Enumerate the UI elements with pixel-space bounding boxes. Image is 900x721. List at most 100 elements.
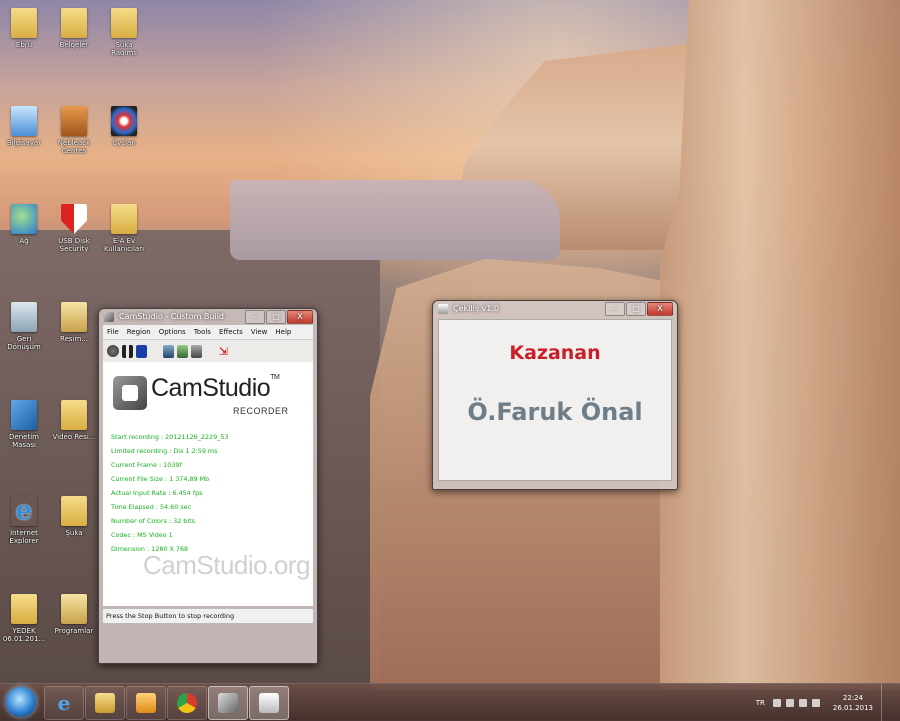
camstudio-app-icon <box>104 312 114 322</box>
desktop-icon-internet-explorer[interactable]: e Internet Explorer <box>2 496 46 545</box>
desktop-icon-belgeler[interactable]: Belgeler <box>52 8 96 49</box>
taskbar-google-chrome[interactable] <box>167 686 207 720</box>
desktop-icon-network[interactable]: Ağ <box>2 204 46 245</box>
menu-region[interactable]: Region <box>123 325 155 339</box>
camstudio-info-panel: CamStudioTM RECORDER CamStudio.org Start… <box>103 362 313 606</box>
minimize-button[interactable]: – <box>245 310 265 324</box>
stat-line: Codec : MS Video 1 <box>111 531 173 539</box>
language-indicator[interactable]: TR <box>756 699 765 707</box>
desktop-icon-programlar[interactable]: Programlar <box>52 594 96 635</box>
taskbar-media-player[interactable] <box>126 686 166 720</box>
desktop-icon-recycle-bin[interactable]: Geri Dönüşüm <box>2 302 46 351</box>
desktop-icon-bilgisayar[interactable]: Bilgisayar <box>2 106 46 147</box>
desktop-icon-label: Internet Explorer <box>9 529 39 545</box>
minimize-button[interactable]: – <box>605 302 625 316</box>
desktop-icon-label: Belgeler <box>59 41 89 49</box>
maximize-button[interactable]: □ <box>266 310 286 324</box>
folder-icon <box>61 302 87 332</box>
menu-options[interactable]: Options <box>155 325 190 339</box>
disc-icon <box>111 106 137 136</box>
taskbar: e TR 22:24 26.01.2013 <box>0 683 900 721</box>
menu-tools[interactable]: Tools <box>190 325 215 339</box>
desktop-icon-label: Programlar <box>54 627 94 635</box>
desktop-icon-label: Video Resi... <box>52 433 96 441</box>
desktop-icon-label: Resim... <box>60 335 88 343</box>
desktop-icon-usb-disk-security[interactable]: USB Disk Security <box>52 204 96 253</box>
stat-line: Start recording : 20121126_2229_53 <box>111 433 229 441</box>
close-button[interactable]: X <box>647 302 673 316</box>
recording-stats: Start recording : 20121126_2229_53 Limit… <box>111 430 228 556</box>
desktop-icon-suka[interactable]: Şuka <box>52 496 96 537</box>
taskbar-internet-explorer[interactable]: e <box>44 686 84 720</box>
autopan-icon[interactable]: ⇲ <box>218 345 229 358</box>
recycle-bin-icon <box>11 302 37 332</box>
stat-line: Limited recording : Dis 1 2:59 ms <box>111 447 218 455</box>
annotation-tool-icon[interactable] <box>177 344 188 358</box>
stat-line: Time Elapsed : 54.60 sec <box>111 503 192 511</box>
show-hidden-icons-icon[interactable] <box>772 698 781 707</box>
desktop-icon-cyclan[interactable]: Cyclan <box>102 106 146 147</box>
flag-icon[interactable] <box>785 698 794 707</box>
pause-button[interactable] <box>122 344 133 358</box>
desktop-icon-video-resim[interactable]: Video Resi... <box>52 400 96 441</box>
folder-icon <box>61 8 87 38</box>
stop-button[interactable] <box>136 344 147 358</box>
folder-icon <box>61 496 87 526</box>
maximize-button[interactable]: □ <box>626 302 646 316</box>
show-desktop-button[interactable] <box>881 684 892 721</box>
record-button[interactable] <box>107 345 119 357</box>
desktop-icon-ebru[interactable]: Ebru <box>2 8 46 49</box>
desktop-icon-label: Ebru <box>15 41 33 49</box>
desktop-icon-label: Geri Dönüşüm <box>7 335 41 351</box>
desktop-icon-network-center[interactable]: Nebleack Centes <box>52 106 96 155</box>
wallpaper-pool <box>230 180 560 260</box>
desktop-icon-control-panel[interactable]: Denetim Masası <box>2 400 46 449</box>
status-bar: Press the Stop Button to stop recording <box>103 608 313 623</box>
desktop-icon-label: USB Disk Security <box>58 237 90 253</box>
desktop-icon-yedek[interactable]: YEDEK 06.01.201... <box>2 594 46 643</box>
draw-dialog-body: Kazanan Ö.Faruk Önal <box>438 319 672 481</box>
draw-dialog[interactable]: Çekiliş v1.0 – □ X Kazanan Ö.Faruk Önal <box>432 300 678 490</box>
winner-label: Kazanan <box>509 342 601 364</box>
desktop-icon-label: Ağ <box>19 237 29 245</box>
camstudio-logo-text: CamStudio <box>151 374 271 402</box>
camstudio-logo-tm: TM <box>270 374 280 381</box>
computer-icon <box>11 106 37 136</box>
stat-line: Number of Colors : 32 bits <box>111 517 195 525</box>
shield-icon <box>61 204 87 234</box>
taskbar-camstudio[interactable] <box>208 686 248 720</box>
close-button[interactable]: X <box>287 310 313 324</box>
taskbar-draw-app[interactable] <box>249 686 289 720</box>
clock-date: 26.01.2013 <box>832 703 873 712</box>
folder-icon <box>95 693 115 713</box>
desktop-icon-label: Şuka <box>65 529 83 537</box>
draw-app-icon <box>438 304 448 314</box>
folder-icon <box>11 8 37 38</box>
region-tool-icon[interactable] <box>163 344 174 358</box>
options-tool-icon[interactable] <box>191 344 202 358</box>
window-title: Çekiliş v1.0 <box>453 304 499 313</box>
clock[interactable]: 22:24 26.01.2013 <box>833 693 873 713</box>
internet-explorer-icon: e <box>11 496 37 526</box>
menu-file[interactable]: File <box>103 325 123 339</box>
camstudio-window[interactable]: CamStudio - Custom Build – □ X File Regi… <box>98 308 318 664</box>
network-tray-icon[interactable] <box>798 698 807 707</box>
winner-name: Ö.Faruk Önal <box>467 398 643 426</box>
stat-line: Actual Input Rate : 6.454 fps <box>111 489 203 497</box>
volume-icon[interactable] <box>811 698 820 707</box>
camstudio-logo-subtitle: RECORDER <box>233 406 289 416</box>
menu-help[interactable]: Help <box>271 325 295 339</box>
camstudio-titlebar[interactable]: CamStudio - Custom Build – □ X <box>99 309 317 325</box>
menu-effects[interactable]: Effects <box>215 325 247 339</box>
draw-dialog-titlebar[interactable]: Çekiliş v1.0 – □ X <box>433 301 677 317</box>
start-button[interactable] <box>6 687 36 717</box>
desktop-icon-resim[interactable]: Resim... <box>52 302 96 343</box>
briefcase-icon <box>61 106 87 136</box>
taskbar-windows-explorer[interactable] <box>85 686 125 720</box>
menu-view[interactable]: View <box>247 325 272 339</box>
folder-icon <box>61 400 87 430</box>
desktop-icon-suka-ragims[interactable]: Şuka Ragıms <box>102 8 146 57</box>
camstudio-icon <box>218 693 238 713</box>
desktop-icon-home-users[interactable]: E-A Ev Kullanıcıları <box>102 204 146 253</box>
clock-time: 22:24 <box>842 693 864 702</box>
